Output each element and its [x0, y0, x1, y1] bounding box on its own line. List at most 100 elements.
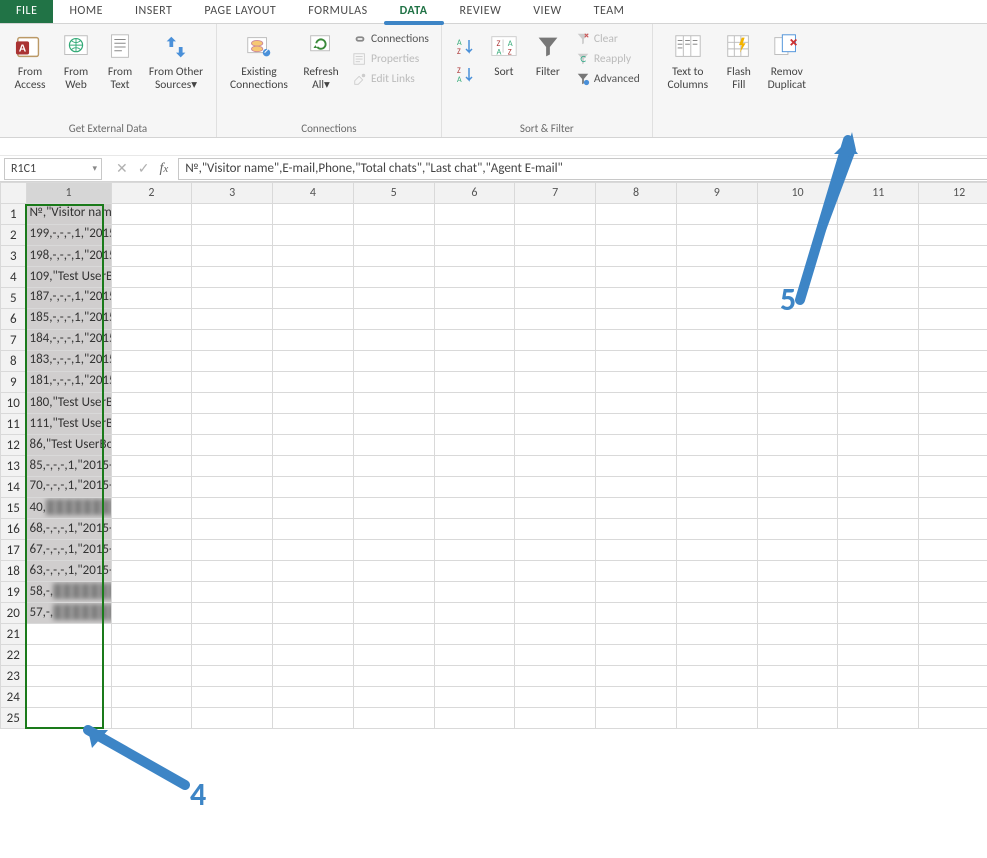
cell[interactable] — [192, 267, 273, 288]
cell[interactable] — [596, 225, 677, 246]
cell[interactable] — [596, 666, 677, 687]
fx-icon[interactable]: fx — [159, 161, 168, 177]
cell[interactable] — [838, 435, 919, 456]
cell[interactable] — [596, 582, 677, 603]
cell[interactable] — [838, 477, 919, 498]
cell[interactable] — [515, 267, 596, 288]
cell[interactable] — [111, 225, 192, 246]
cell[interactable] — [919, 477, 987, 498]
grid-row[interactable]: 2057,-,████████████████████████,-,1,"201… — [1, 603, 987, 624]
cell[interactable] — [353, 204, 434, 225]
grid-row[interactable]: 1540,████████████████████████████,"8 (49… — [1, 498, 987, 519]
cell[interactable] — [919, 582, 987, 603]
sort-desc-button[interactable]: ZA — [452, 62, 478, 88]
row-header[interactable]: 11 — [1, 414, 27, 435]
grid-row[interactable]: 10180,"Test UserBoy",████████████,-,1,"2… — [1, 393, 987, 414]
cell[interactable] — [757, 414, 838, 435]
tab-file[interactable]: FILE — [0, 0, 53, 23]
row-header[interactable]: 8 — [1, 351, 27, 372]
reapply-button[interactable]: Reapply — [574, 50, 642, 68]
column-header-row[interactable]: 1 2 3 4 5 6 7 8 9 10 11 12 — [1, 183, 987, 204]
from-web-button[interactable]: FromWeb — [54, 28, 98, 92]
cell[interactable] — [111, 519, 192, 540]
cell[interactable] — [273, 414, 354, 435]
cell[interactable] — [838, 666, 919, 687]
grid-row[interactable]: 2199,-,-,-,1,"2015-10-11 18:05:01",- — [1, 225, 987, 246]
name-box[interactable]: R1C1 — [4, 158, 102, 180]
cell[interactable] — [757, 267, 838, 288]
row-header[interactable]: 18 — [1, 561, 27, 582]
cell[interactable] — [919, 561, 987, 582]
cell[interactable] — [111, 624, 192, 645]
cell[interactable] — [838, 288, 919, 309]
cell[interactable]: 187,-,-,-,1,"2015-10-03 20:07:02", — [26, 288, 111, 309]
cell[interactable] — [676, 645, 757, 666]
row-header[interactable]: 15 — [1, 498, 27, 519]
cell[interactable] — [273, 687, 354, 708]
cell[interactable] — [434, 351, 515, 372]
cell[interactable] — [596, 330, 677, 351]
cell[interactable] — [111, 645, 192, 666]
cell[interactable] — [596, 204, 677, 225]
cell[interactable] — [515, 561, 596, 582]
cell[interactable] — [919, 309, 987, 330]
cell[interactable] — [676, 267, 757, 288]
cell[interactable]: 63,-,-,-,1,"2015-08-12 00:27:44",███████… — [26, 561, 111, 582]
cell[interactable] — [515, 603, 596, 624]
cell[interactable] — [111, 456, 192, 477]
grid-row[interactable]: 25 — [1, 708, 987, 729]
cell[interactable] — [838, 225, 919, 246]
cell[interactable] — [273, 351, 354, 372]
cell[interactable] — [757, 225, 838, 246]
cell[interactable] — [676, 204, 757, 225]
cell[interactable] — [919, 330, 987, 351]
cell[interactable] — [919, 708, 987, 729]
flash-fill-button[interactable]: FlashFill — [717, 28, 761, 92]
cell[interactable] — [434, 603, 515, 624]
cell[interactable] — [676, 414, 757, 435]
cell[interactable] — [676, 330, 757, 351]
cell[interactable] — [111, 477, 192, 498]
cell[interactable] — [273, 561, 354, 582]
cell[interactable] — [596, 393, 677, 414]
cell[interactable] — [434, 414, 515, 435]
cell[interactable] — [757, 645, 838, 666]
cell[interactable] — [676, 351, 757, 372]
cell[interactable] — [353, 477, 434, 498]
tab-data[interactable]: DATA — [384, 0, 444, 23]
row-header[interactable]: 20 — [1, 603, 27, 624]
cell[interactable] — [676, 225, 757, 246]
cell[interactable] — [434, 288, 515, 309]
cell[interactable]: 198,-,-,-,1,"2015-10-11 18:02:12",██████… — [26, 246, 111, 267]
row-header[interactable]: 12 — [1, 435, 27, 456]
cell[interactable]: 185,-,-,-,1,"2015-10-03 19:56:39", — [26, 309, 111, 330]
row-header[interactable]: 22 — [1, 645, 27, 666]
cell[interactable] — [111, 372, 192, 393]
cell[interactable] — [757, 687, 838, 708]
cell[interactable] — [434, 477, 515, 498]
cell[interactable] — [515, 246, 596, 267]
grid-row[interactable]: 1958,-,████████████████████████,-,1,"201… — [1, 582, 987, 603]
cell[interactable]: 85,-,-,-,1,"2015-08-13 23:39:56",███████… — [26, 456, 111, 477]
cell[interactable] — [353, 519, 434, 540]
cell[interactable] — [757, 246, 838, 267]
cell[interactable] — [26, 708, 111, 729]
cell[interactable] — [838, 309, 919, 330]
cell[interactable] — [676, 246, 757, 267]
col-header[interactable]: 12 — [919, 183, 987, 204]
cell[interactable] — [192, 582, 273, 603]
cell[interactable] — [919, 351, 987, 372]
cell[interactable] — [757, 603, 838, 624]
cell[interactable] — [919, 456, 987, 477]
cell[interactable]: 58,-,████████████████████████,-,1,"2015-… — [26, 582, 111, 603]
cancel-formula-icon[interactable]: ✕ — [116, 160, 128, 177]
cell[interactable] — [515, 582, 596, 603]
cell[interactable] — [111, 498, 192, 519]
tab-home[interactable]: HOME — [53, 0, 119, 23]
cell[interactable] — [192, 561, 273, 582]
cell[interactable] — [838, 456, 919, 477]
cell[interactable]: 181,-,-,-,1,"2015-10-03 19:36:13", — [26, 372, 111, 393]
cell[interactable] — [273, 267, 354, 288]
cell[interactable] — [273, 708, 354, 729]
cell[interactable] — [919, 519, 987, 540]
